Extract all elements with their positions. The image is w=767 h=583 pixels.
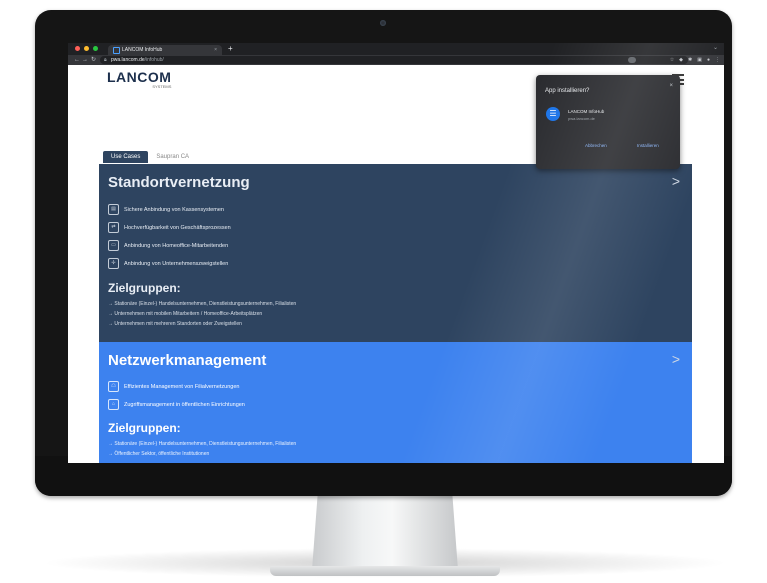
bookmark-star-icon[interactable]: ☆ bbox=[670, 55, 674, 65]
target-group-item: → Stationäre (Einzel-) Handelsunternehme… bbox=[108, 301, 297, 307]
lancom-logo[interactable]: LANCOM SYSTEMS bbox=[107, 69, 172, 89]
feature-item: ▤ Sichere Anbindung von Kassensystemen bbox=[108, 204, 224, 215]
url-path: /infohub/ bbox=[144, 57, 164, 63]
tab-search-icon[interactable]: ⌄ bbox=[713, 44, 718, 51]
feature-label: Anbindung von Homeoffice-Mitarbeitenden bbox=[124, 242, 229, 249]
page-tabs: Use Cases Saupran CA bbox=[103, 151, 197, 163]
feature-item: ▭ Anbindung von Homeoffice-Mitarbeitende… bbox=[108, 240, 228, 251]
target-group-item: → Stationäre (Einzel-) Handelsunternehme… bbox=[108, 441, 297, 447]
target-group-item: → Öffentlicher Sektor, öffentliche Insti… bbox=[108, 451, 210, 457]
target-group-item: → Unternehmen mit mobilen Mitarbeitern /… bbox=[108, 311, 263, 317]
window-controls bbox=[75, 46, 98, 51]
monitor-stand-neck bbox=[312, 492, 458, 570]
tab-saupran-ca[interactable]: Saupran CA bbox=[148, 151, 197, 163]
branch-icon: ✢ bbox=[108, 258, 119, 269]
menu-kebab-icon[interactable]: ⋮ bbox=[715, 55, 720, 65]
feature-item: ☖ Effizientes Management von Filialverne… bbox=[108, 381, 239, 392]
monitor-frame: LANCOM InfoHub × + ⌄ ← → ↻ 🔒︎ pwa.lancom… bbox=[35, 10, 732, 496]
target-groups-title: Zielgruppen: bbox=[108, 281, 181, 295]
forward-arrow-icon[interactable]: → bbox=[82, 55, 88, 65]
minimize-window-button[interactable] bbox=[84, 46, 89, 51]
card-standortvernetzung[interactable]: Standortvernetzung > ▤ Sichere Anbindung… bbox=[99, 164, 692, 342]
card-title: Netzwerkmanagement bbox=[108, 352, 267, 369]
browser-tab-bar: LANCOM InfoHub × + ⌄ bbox=[68, 43, 724, 55]
feature-item: ⌂ Zugriffsmanagement in öffentlichen Ein… bbox=[108, 399, 245, 410]
close-icon[interactable]: × bbox=[669, 83, 673, 89]
feature-label: Zugriffsmanagement in öffentlichen Einri… bbox=[124, 401, 245, 408]
popup-app-name: LANCOM InfoHub bbox=[568, 109, 605, 114]
tab-use-cases[interactable]: Use Cases bbox=[103, 151, 149, 163]
new-tab-button[interactable]: + bbox=[228, 44, 233, 54]
back-arrow-icon[interactable]: ← bbox=[74, 55, 80, 65]
monitor-stand-foot bbox=[270, 566, 500, 576]
app-icon: ☰ bbox=[546, 107, 560, 121]
close-window-button[interactable] bbox=[75, 46, 80, 51]
sidepanel-icon[interactable]: ▣ bbox=[697, 55, 702, 65]
lock-icon: 🔒︎ bbox=[104, 57, 107, 63]
install-button[interactable]: Installieren bbox=[637, 143, 659, 148]
address-bar[interactable]: 🔒︎ pwa.lancom.de/infohub/ bbox=[100, 56, 688, 64]
target-group-item: → Unternehmen mit mehreren Standorten od… bbox=[108, 321, 242, 327]
chevron-right-icon[interactable]: > bbox=[672, 173, 680, 189]
profile-icon[interactable]: ● bbox=[707, 55, 710, 65]
card-title: Standortvernetzung bbox=[108, 174, 250, 191]
toolbar-icons: ☆ ◆ ✱ ▣ ● ⋮ bbox=[670, 55, 720, 65]
url-domain: pwa.lancom.de bbox=[111, 57, 145, 63]
feature-label: Anbindung von Unternehmenszweigstellen bbox=[124, 260, 229, 267]
feature-label: Sichere Anbindung von Kassensystemen bbox=[124, 206, 224, 213]
favicon-icon bbox=[113, 47, 120, 54]
popup-title: App installieren? bbox=[545, 88, 590, 94]
reload-icon[interactable]: ↻ bbox=[91, 55, 96, 65]
feature-label: Hochverfügbarkeit von Geschäftsprozessen bbox=[124, 224, 231, 231]
maximize-window-button[interactable] bbox=[93, 46, 98, 51]
popup-domain: pwa.lancom.de bbox=[568, 116, 595, 121]
browser-toolbar: ← → ↻ 🔒︎ pwa.lancom.de/infohub/ ☆ ◆ ✱ ▣ … bbox=[68, 55, 724, 65]
screen: LANCOM InfoHub × + ⌄ ← → ↻ 🔒︎ pwa.lancom… bbox=[68, 43, 724, 463]
tab-close-icon[interactable]: × bbox=[214, 45, 217, 55]
app-install-popup: App installieren? × ☰ LANCOM InfoHub pwa… bbox=[536, 75, 680, 169]
install-app-icon[interactable] bbox=[628, 57, 636, 63]
logo-subtext: SYSTEMS bbox=[152, 84, 172, 89]
cancel-button[interactable]: Abbrechen bbox=[585, 143, 607, 148]
chevron-right-icon[interactable]: > bbox=[672, 351, 680, 367]
target-groups-title: Zielgruppen: bbox=[108, 421, 181, 435]
browser-tab-title: LANCOM InfoHub bbox=[122, 47, 163, 53]
camera-icon bbox=[380, 20, 386, 26]
feature-item: ✢ Anbindung von Unternehmenszweigstellen bbox=[108, 258, 228, 269]
network-icon: ⇄ bbox=[108, 222, 119, 233]
management-icon: ☖ bbox=[108, 381, 119, 392]
building-icon: ⌂ bbox=[108, 399, 119, 410]
puzzle-icon[interactable]: ✱ bbox=[688, 55, 692, 65]
laptop-icon: ▭ bbox=[108, 240, 119, 251]
feature-label: Effizientes Management von Filialvernetz… bbox=[124, 383, 240, 390]
logo-text: LANCOM bbox=[107, 69, 172, 85]
browser-tab-active[interactable]: LANCOM InfoHub × bbox=[108, 45, 222, 55]
address-bar-url: pwa.lancom.de/infohub/ bbox=[111, 56, 164, 64]
register-icon: ▤ bbox=[108, 204, 119, 215]
extension-icon[interactable]: ◆ bbox=[679, 55, 683, 65]
card-netzwerkmanagement[interactable]: Netzwerkmanagement > ☖ Effizientes Manag… bbox=[99, 342, 692, 463]
feature-item: ⇄ Hochverfügbarkeit von Geschäftsprozess… bbox=[108, 222, 231, 233]
